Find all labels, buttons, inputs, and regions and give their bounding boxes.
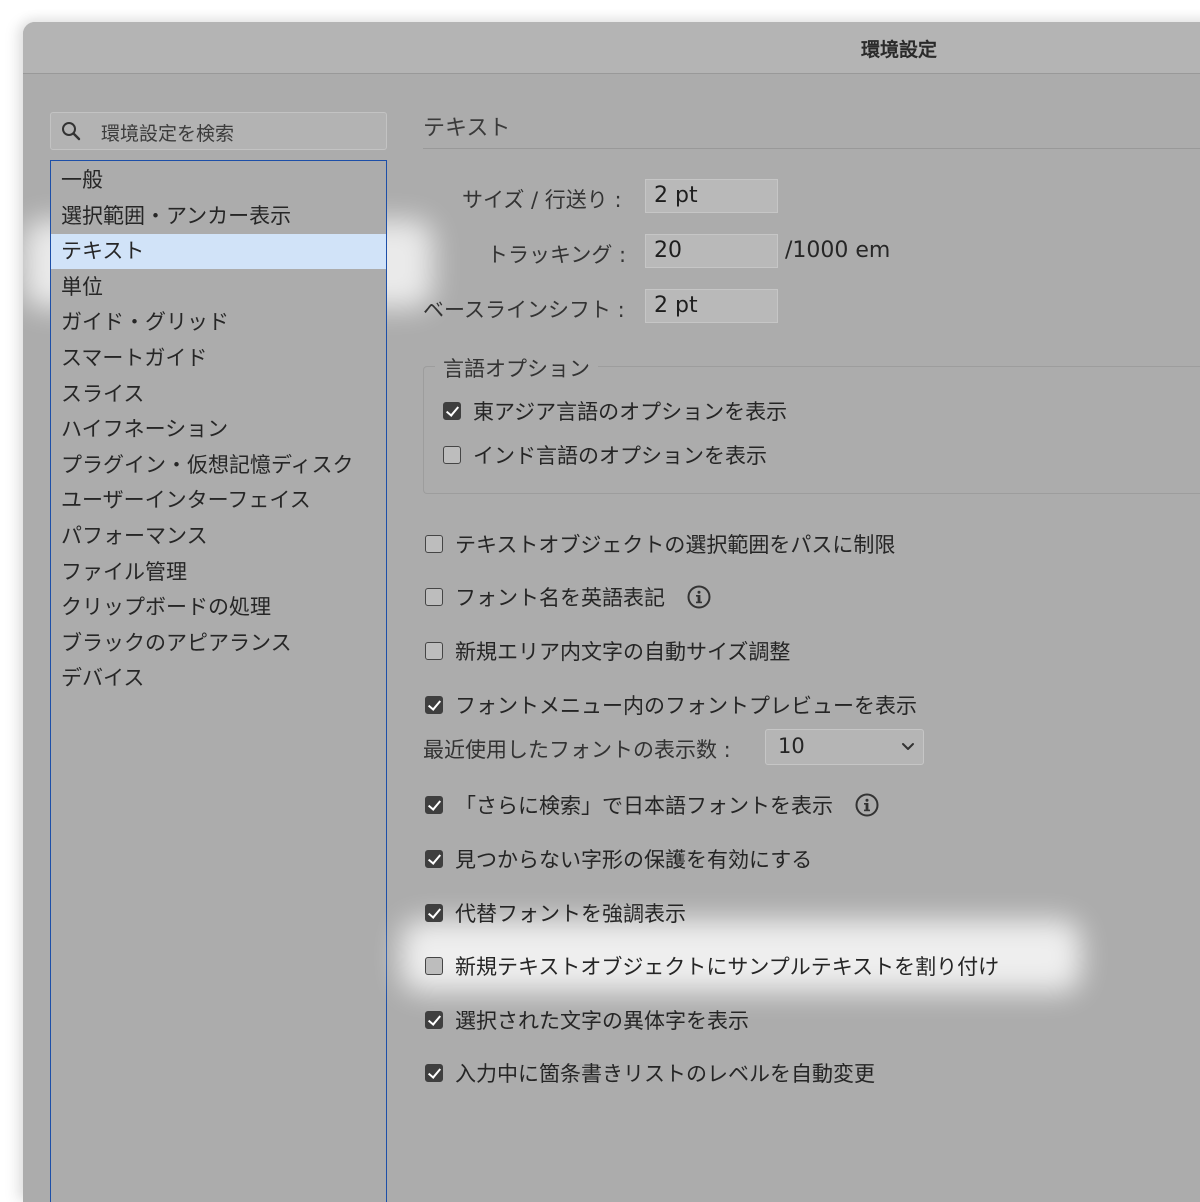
option-checkbox[interactable]: フォント名を英語表記	[425, 582, 711, 612]
preferences-window: 環境設定 環境設定を検索 一般 選択範囲・アンカー表示 テキスト 単位 ガイド・グリッド…	[23, 22, 1200, 1202]
category-item[interactable]: ガイド・グリッド	[51, 305, 386, 340]
checkbox[interactable]	[425, 904, 443, 922]
checkbox-label: 選択された文字の異体字を表示	[455, 1009, 749, 1033]
category-item[interactable]: テキスト	[51, 234, 386, 270]
checkbox[interactable]	[425, 957, 443, 975]
size-leading-field[interactable]: 2 pt	[645, 179, 778, 213]
checkbox[interactable]	[425, 588, 443, 606]
checkbox-label: 新規エリア内文字の自動サイズ調整	[455, 640, 791, 664]
category-item[interactable]: ファイル管理	[51, 555, 386, 590]
category-item[interactable]: パフォーマンス	[51, 519, 386, 554]
option-checkbox[interactable]: 代替フォントを強調表示	[425, 898, 686, 928]
option-checkbox[interactable]: 見つからない字形の保護を有効にする	[425, 844, 812, 874]
checkbox[interactable]	[425, 1011, 443, 1029]
checkbox-label: フォントメニュー内のフォントプレビューを表示	[455, 694, 917, 718]
checkbox[interactable]	[425, 850, 443, 868]
window-title: 環境設定	[861, 39, 938, 61]
option-checkbox[interactable]: 入力中に箇条書きリストのレベルを自動変更	[425, 1058, 875, 1088]
chevron-down-icon	[902, 743, 914, 750]
checkbox-label: 東アジア言語のオプションを表示	[473, 400, 788, 424]
option-checkbox[interactable]: 選択された文字の異体字を表示	[425, 1005, 749, 1035]
checkbox-label: テキストオブジェクトの選択範囲をパスに制限	[455, 533, 896, 557]
checkbox[interactable]	[443, 446, 461, 464]
tracking-label: トラッキング :	[487, 243, 627, 267]
language-options-group	[423, 366, 1200, 494]
option-checkbox[interactable]: テキストオブジェクトの選択範囲をパスに制限	[425, 529, 895, 559]
checkbox[interactable]	[425, 1064, 443, 1082]
checkbox-label: インド言語のオプションを表示	[473, 444, 767, 468]
info-icon[interactable]	[687, 585, 711, 609]
size-leading-label: サイズ / 行送り :	[462, 188, 622, 212]
tracking-unit: /1000 em	[785, 238, 891, 263]
category-item[interactable]: 選択範囲・アンカー表示	[51, 199, 386, 234]
checkbox-label: 「さらに検索」で日本語フォントを表示	[455, 794, 833, 818]
recent-fonts-label: 最近使用したフォントの表示数 :	[423, 738, 731, 762]
category-item[interactable]: ブラックのアピアランス	[51, 626, 386, 661]
category-item[interactable]: クリップボードの処理	[51, 590, 386, 625]
section-divider	[423, 148, 1200, 149]
recent-fonts-select[interactable]: 10	[765, 729, 924, 765]
category-item[interactable]: スライス	[51, 377, 386, 412]
category-item[interactable]: デバイス	[51, 661, 386, 696]
info-icon[interactable]	[855, 793, 879, 817]
checkbox-label: 入力中に箇条書きリストのレベルを自動変更	[455, 1062, 875, 1086]
recent-fonts-value: 10	[778, 734, 805, 758]
checkbox-label: 新規テキストオブジェクトにサンプルテキストを割り付け	[455, 955, 1000, 979]
option-checkbox[interactable]: 新規テキストオブジェクトにサンプルテキストを割り付け	[425, 951, 999, 981]
section-title: テキスト	[423, 116, 511, 141]
category-item[interactable]: ユーザーインターフェイス	[51, 483, 386, 518]
checkbox[interactable]	[443, 402, 461, 420]
checkbox-label: フォント名を英語表記	[455, 586, 665, 610]
category-item[interactable]: プラグイン・仮想記憶ディスク	[51, 448, 386, 483]
tracking-field[interactable]: 20	[645, 234, 778, 268]
search-input[interactable]: 環境設定を検索	[50, 112, 387, 150]
checkbox[interactable]	[425, 796, 443, 814]
checkbox[interactable]	[425, 535, 443, 553]
option-checkbox[interactable]: 「さらに検索」で日本語フォントを表示	[425, 790, 879, 820]
east-asian-options-checkbox[interactable]: 東アジア言語のオプションを表示	[443, 396, 787, 426]
checkbox[interactable]	[425, 642, 443, 660]
checkbox-label: 代替フォントを強調表示	[455, 902, 686, 926]
search-icon	[62, 122, 81, 141]
search-placeholder: 環境設定を検索	[101, 123, 235, 145]
checkbox[interactable]	[425, 696, 443, 714]
category-item[interactable]: 一般	[51, 163, 386, 198]
category-list[interactable]: 一般 選択範囲・アンカー表示 テキスト 単位 ガイド・グリッド スマートガイド スライス ハイ…	[50, 160, 387, 1202]
language-options-title: 言語オプション	[435, 353, 598, 383]
indic-options-checkbox[interactable]: インド言語のオプションを表示	[443, 440, 767, 470]
category-item[interactable]: 単位	[51, 270, 386, 305]
category-item[interactable]: スマートガイド	[51, 341, 386, 376]
baseline-shift-field[interactable]: 2 pt	[645, 289, 778, 323]
category-item[interactable]: ハイフネーション	[51, 412, 386, 447]
title-bar: 環境設定	[23, 22, 1200, 74]
option-checkbox[interactable]: フォントメニュー内のフォントプレビューを表示	[425, 690, 917, 720]
option-checkbox[interactable]: 新規エリア内文字の自動サイズ調整	[425, 636, 790, 666]
baseline-shift-label: ベースラインシフト :	[423, 298, 625, 322]
checkbox-label: 見つからない字形の保護を有効にする	[455, 848, 813, 872]
